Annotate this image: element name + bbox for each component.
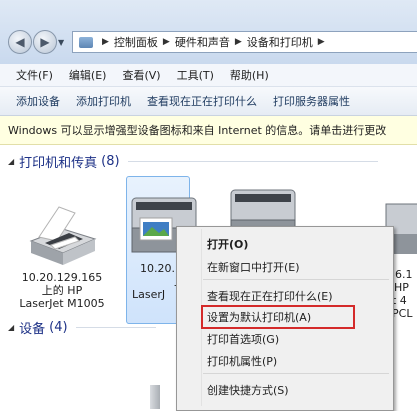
printers-group-title: 打印机和传真: [19, 156, 98, 171]
menu-item-print-preferences[interactable]: 打印首选项(G): [207, 331, 279, 347]
back-arrow-icon[interactable]: ◀: [8, 30, 32, 54]
chevron-right-icon[interactable]: ▶: [102, 37, 109, 47]
info-bar-text: Windows 可以显示增强型设备图标和来自 Internet 的信息。请单击进…: [8, 124, 387, 137]
menu-item-open-new-window[interactable]: 在新窗口中打开(E): [207, 259, 300, 275]
printers-group-count: (8): [101, 154, 120, 169]
printer-item[interactable]: 10.20.129.165 上的 HP LaserJet M1005: [12, 178, 112, 310]
menu-tools[interactable]: 工具(T): [177, 67, 214, 83]
menu-file[interactable]: 文件(F): [16, 67, 53, 83]
devices-group-header[interactable]: ◢ 设备 (4): [8, 318, 156, 337]
info-bar[interactable]: Windows 可以显示增强型设备图标和来自 Internet 的信息。请单击进…: [0, 116, 417, 145]
menu-separator: [203, 373, 389, 374]
collapse-triangle-icon[interactable]: ◢: [8, 323, 14, 332]
devices-group-title: 设备: [19, 322, 46, 337]
print-server-properties-button[interactable]: 打印服务器属性: [273, 93, 350, 109]
group-divider: [75, 327, 156, 328]
collapse-triangle-icon[interactable]: ◢: [8, 157, 14, 166]
breadcrumb[interactable]: ▶ 控制面板 ▶ 硬件和声音 ▶ 设备和打印机 ▶: [72, 31, 417, 53]
history-dropdown-icon[interactable]: ▼: [58, 38, 64, 47]
breadcrumb-devices-printers[interactable]: 设备和打印机: [247, 34, 313, 50]
forward-arrow-icon[interactable]: ▶: [33, 30, 57, 54]
chevron-right-icon[interactable]: ▶: [235, 37, 242, 47]
devices-group-count: (4): [49, 320, 68, 335]
menu-view[interactable]: 查看(V): [122, 67, 160, 83]
printer-label-line1: 10.20.129.165: [21, 271, 103, 284]
menu-edit[interactable]: 编辑(E): [69, 67, 107, 83]
see-printing-button[interactable]: 查看现在正在打印什么: [147, 93, 257, 109]
printer-label-line4: PCL: [392, 307, 413, 320]
highlight-box: [201, 305, 355, 329]
add-device-button[interactable]: 添加设备: [16, 93, 60, 109]
breadcrumb-control-panel[interactable]: 控制面板: [114, 34, 158, 50]
menu-item-printer-properties[interactable]: 打印机属性(P): [207, 353, 277, 369]
menu-bar: 文件(F) 编辑(E) 查看(V) 工具(T) 帮助(H): [0, 64, 417, 87]
chevron-right-icon[interactable]: ▶: [163, 37, 170, 47]
printer-label-line2: HP: [394, 281, 409, 294]
menu-item-create-shortcut[interactable]: 创建快捷方式(S): [207, 382, 289, 398]
chevron-right-icon[interactable]: ▶: [318, 37, 325, 47]
device-icon[interactable]: [150, 385, 160, 409]
printers-group-header[interactable]: ◢ 打印机和传真 (8): [8, 152, 378, 171]
printer-icon: [23, 193, 101, 271]
printer-label-line2: 上的 HP: [41, 284, 83, 297]
menu-item-open[interactable]: 打开(O): [207, 236, 248, 252]
context-menu: 打开(O) 在新窗口中打开(E) 查看现在正在打印什么(E) 设置为默认打印机(…: [176, 226, 394, 411]
breadcrumb-hardware-sound[interactable]: 硬件和声音: [175, 34, 230, 50]
add-printer-button[interactable]: 添加打印机: [76, 93, 131, 109]
command-toolbar: 添加设备 添加打印机 查看现在正在打印什么 打印服务器属性: [0, 87, 417, 116]
address-bar-area: ◀ ▶ ▼ ▶ 控制面板 ▶ 硬件和声音 ▶ 设备和打印机 ▶: [0, 0, 417, 64]
menu-item-see-printing[interactable]: 查看现在正在打印什么(E): [207, 288, 333, 304]
printer-label-line3: LaserJet M1005: [19, 297, 105, 310]
group-divider: [127, 161, 378, 162]
menu-separator: [203, 279, 389, 280]
menu-help[interactable]: 帮助(H): [230, 67, 269, 83]
printer-label-line3: t 4: [392, 294, 407, 307]
folder-icon: [79, 36, 93, 48]
